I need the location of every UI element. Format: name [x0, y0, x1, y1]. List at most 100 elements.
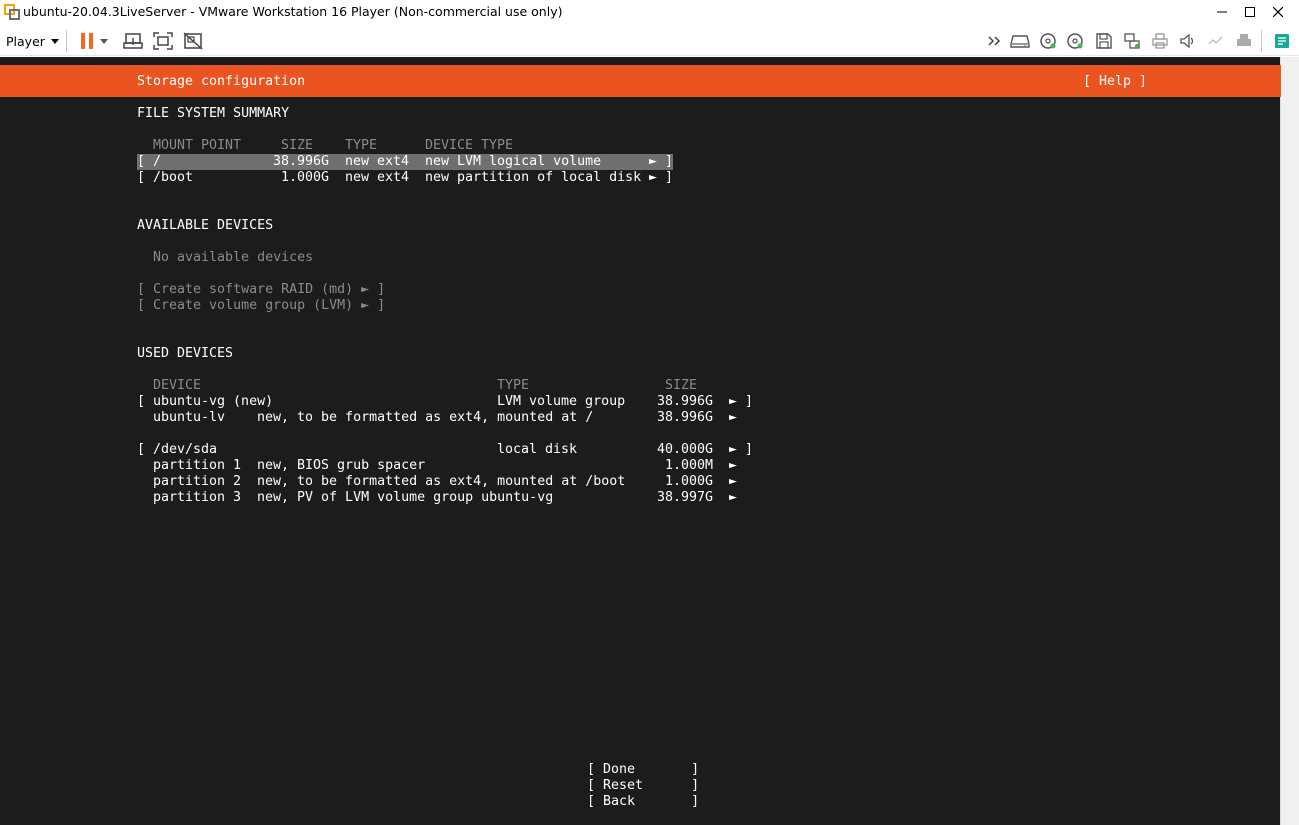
play-arrow-icon: ►: [649, 170, 658, 185]
usb-button[interactable]: [1204, 29, 1228, 53]
minimize-button[interactable]: [1208, 2, 1236, 22]
player-menu-label: Player: [6, 33, 45, 49]
row-close-bracket: ]: [745, 442, 754, 457]
create-volume-group-button[interactable]: [ Create volume group (LVM) ► ]: [137, 298, 385, 314]
unity-button[interactable]: [181, 29, 205, 53]
row-close-bracket: ]: [665, 170, 674, 185]
printer-2-icon: [1237, 34, 1251, 46]
full-screen-icon: [153, 32, 173, 50]
chevron-down-icon: [50, 38, 59, 44]
vertical-scrollbar[interactable]: [1280, 57, 1299, 825]
row-open-bracket: [: [137, 442, 146, 457]
play-arrow-icon: ►: [729, 474, 738, 489]
floppy-icon: [1096, 33, 1112, 49]
sound-icon: [1180, 33, 1194, 49]
row-open-bracket: [: [137, 394, 146, 409]
used-device-type: LVM volume group: [497, 394, 626, 409]
send-ctrl-alt-del-button[interactable]: [121, 29, 145, 53]
used-device-size: 1.000G: [665, 474, 714, 489]
cd-dvd-icon: [1040, 33, 1056, 49]
maximize-icon: [1245, 7, 1255, 17]
close-icon: [1273, 7, 1283, 17]
full-screen-button[interactable]: [151, 29, 175, 53]
maximize-button[interactable]: [1236, 2, 1264, 22]
reset-button[interactable]: [ Reset ]: [587, 778, 699, 794]
play-arrow-icon: ►: [649, 154, 658, 169]
used-device-desc: new, to be formatted as ext4, mounted at…: [257, 410, 594, 425]
toolbar-divider: [66, 30, 67, 52]
help-button[interactable]: [ Help ]: [1083, 74, 1147, 90]
used-device-size: 40.000G: [657, 442, 714, 457]
fs-size: 1.000G: [281, 170, 330, 185]
hard-disk-button[interactable]: [1008, 29, 1032, 53]
col-mount-point: MOUNT POINT: [153, 138, 242, 153]
message-log-icon: [1275, 34, 1289, 48]
used-device-name[interactable]: partition 2: [153, 474, 241, 490]
close-button[interactable]: [1264, 2, 1292, 22]
fs-type: new ext4: [345, 154, 410, 169]
used-device-name[interactable]: /dev/sda: [153, 442, 217, 458]
available-heading: AVAILABLE DEVICES: [137, 218, 274, 233]
minimize-icon: [1217, 11, 1227, 13]
play-arrow-icon: ►: [729, 458, 738, 473]
window-title: ubuntu-20.04.3LiveServer - VMware Workst…: [23, 4, 563, 19]
play-arrow-icon: ►: [729, 442, 738, 457]
col-device: DEVICE: [153, 378, 202, 393]
row-close-bracket: ]: [665, 154, 674, 169]
pause-icon: [81, 33, 93, 49]
vmware-icon: [4, 4, 20, 20]
row-open-bracket: [: [137, 170, 146, 185]
col-type: TYPE: [497, 378, 530, 393]
fs-mount-point: /: [153, 154, 162, 169]
dropdown-icon: [100, 38, 108, 44]
used-device-size: 1.000M: [665, 458, 714, 473]
title-bar: ubuntu-20.04.3LiveServer - VMware Workst…: [0, 0, 1299, 25]
cd-dvd-2-button[interactable]: [1063, 29, 1087, 53]
fs-mount-point[interactable]: /boot: [153, 170, 193, 186]
col-size: SIZE: [281, 138, 314, 153]
more-devices-icon: [988, 36, 1001, 46]
more-devices-button[interactable]: [983, 29, 1007, 53]
used-device-desc: new, to be formatted as ext4, mounted at…: [257, 474, 626, 489]
done-button[interactable]: [ Done ]: [587, 762, 699, 778]
used-device-name[interactable]: partition 3: [153, 490, 241, 506]
send-ctrl-alt-del-icon: [123, 33, 143, 49]
used-device-name[interactable]: ubuntu-vg (new): [153, 394, 273, 410]
floppy-button[interactable]: [1092, 29, 1116, 53]
toolbar: Player: [0, 25, 1299, 56]
network-icon: [1124, 33, 1140, 49]
usb-icon: [1208, 36, 1223, 45]
play-arrow-icon: ►: [729, 394, 738, 409]
back-button[interactable]: [ Back ]: [587, 794, 699, 810]
unity-icon: [183, 32, 203, 50]
used-device-desc: new, PV of LVM volume group ubuntu-vg: [257, 490, 554, 505]
network-button[interactable]: [1120, 29, 1144, 53]
used-device-name[interactable]: ubuntu-lv: [153, 410, 225, 426]
fs-summary-heading: FILE SYSTEM SUMMARY: [137, 106, 290, 121]
used-device-type: local disk: [497, 442, 578, 457]
used-device-name[interactable]: partition 1: [153, 458, 241, 474]
no-available-devices: No available devices: [153, 250, 314, 265]
col-device-type: DEVICE TYPE: [425, 138, 514, 153]
used-device-size: 38.997G: [657, 490, 714, 505]
player-menu[interactable]: Player: [6, 32, 59, 50]
play-arrow-icon: ►: [729, 410, 738, 425]
used-device-desc: new, BIOS grub spacer: [257, 458, 426, 473]
message-log-button[interactable]: [1270, 29, 1294, 53]
create-raid-button[interactable]: [ Create software RAID (md) ► ]: [137, 282, 385, 298]
printer-button[interactable]: [1148, 29, 1172, 53]
fs-size: 38.996G: [273, 154, 330, 169]
printer-icon: [1152, 33, 1168, 49]
cd-dvd-2-icon: [1067, 33, 1083, 49]
fs-type: new ext4: [345, 170, 410, 185]
fs-device-type: new LVM logical volume: [425, 154, 602, 169]
hard-disk-icon: [1010, 35, 1030, 48]
cd-dvd-button[interactable]: [1036, 29, 1060, 53]
used-device-size: 38.996G: [657, 394, 714, 409]
sound-button[interactable]: [1176, 29, 1200, 53]
fs-device-type: new partition of local disk: [425, 170, 642, 185]
col-type: TYPE: [345, 138, 378, 153]
row-close-bracket: ]: [745, 394, 754, 409]
power-dropdown-button[interactable]: [96, 29, 112, 53]
printer-2-button[interactable]: [1232, 29, 1256, 53]
